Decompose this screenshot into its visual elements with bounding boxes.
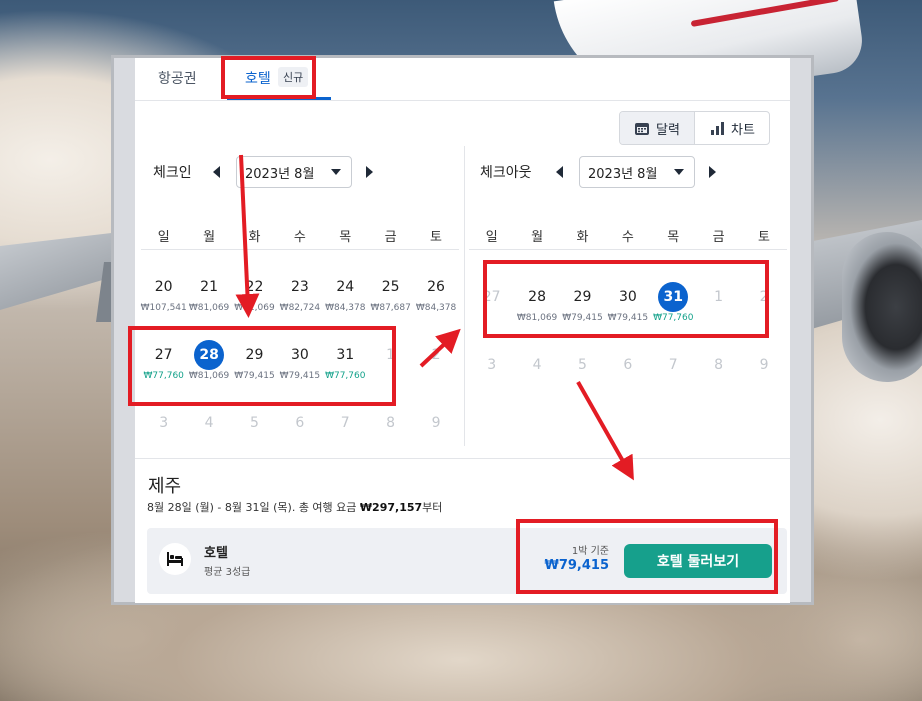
weekday: 화 [576,230,589,245]
day-number: 9 [431,415,441,431]
calendar-day[interactable]: 26 ₩84,378 [413,272,458,330]
calendar-week: 3 4 5 6 7 8 9 [469,350,787,408]
bed-icon [159,543,191,575]
checkin-weekday-header: 일 월 화 수 목 금 토 [141,226,459,250]
view-toggle: 달력 차트 [619,111,770,145]
weekday: 월 [531,230,544,245]
weekday: 토 [430,230,443,245]
checkout-next-month-icon[interactable] [709,166,716,178]
day-price: ₩87,687 [370,303,411,313]
calendar-day: 9 [741,350,786,408]
calendar-day: 5 [560,350,605,408]
calendar-day: 2 [413,340,458,398]
day-number: 21 [200,279,218,295]
hotel-card-title: 호텔 [204,546,228,561]
bar-chart-icon [711,122,725,135]
section-divider [135,458,790,459]
day-number: 3 [487,357,497,373]
chevron-down-icon [331,169,341,175]
weekday: 수 [621,230,634,245]
calendar-divider [464,146,465,446]
day-number: 25 [381,279,400,295]
calendar-day: 4 [514,350,559,408]
day-number: 6 [295,415,305,431]
chart-view-label: 차트 [731,122,755,138]
checkout-label: 체크아웃 [480,165,532,181]
trip-summary: 8월 28일 (월) - 8월 31일 (목). 총 여행 요금 ₩297,15… [147,499,442,515]
day-number: 5 [578,357,587,373]
airplane-engine [842,232,922,382]
day-number: 9 [759,357,769,373]
chevron-down-icon [674,169,684,175]
day-number: 20 [154,279,173,295]
calendar-icon [635,122,650,135]
tab-flights[interactable]: 항공권 [158,68,197,88]
checkin-month-select[interactable]: 2023년 8월 [236,156,352,188]
weekday: 목 [667,230,680,245]
weekday: 월 [203,230,216,245]
weekday: 금 [384,230,397,245]
calendar-day[interactable]: 25 ₩87,687 [368,272,413,330]
calendar-day[interactable]: 20 ₩107,541 [140,272,187,330]
day-number: 24 [336,279,355,295]
weekday: 일 [485,230,498,245]
weekday: 금 [712,230,725,245]
checkin-prev-month-icon[interactable] [213,166,220,178]
calendar-day[interactable]: 21 ₩81,069 [186,272,231,330]
calendar-view-label: 달력 [656,122,680,138]
day-price: ₩81,069 [234,303,275,313]
weekday: 일 [157,230,170,245]
checkin-header: 체크인 2023년 8월 [153,156,373,188]
checkout-month-value: 2023년 8월 [588,166,658,182]
calendar-day[interactable]: 23 ₩82,724 [277,272,322,330]
calendar-day: 7 [651,350,696,408]
trip-total-price: ₩297,157 [359,501,423,514]
calendar-day: 8 [696,350,741,408]
checkout-prev-month-icon[interactable] [556,166,563,178]
day-number: 23 [290,279,309,295]
calendar-view-button[interactable]: 달력 [620,112,695,144]
chart-view-button[interactable]: 차트 [695,112,769,144]
day-number: 22 [245,279,264,295]
day-price: ₩84,378 [325,303,366,313]
weekday: 토 [758,230,771,245]
calendar-week: 20 ₩107,541 21 ₩81,069 22 ₩81,069 23 ₩82,724 24 ₩… [141,272,459,330]
trip-total-suffix: 부터 [422,501,443,514]
day-number: 26 [427,279,445,295]
day-number: 6 [623,357,633,373]
weekday: 화 [248,230,261,245]
annotation-box-browse-button [516,519,778,594]
weekday: 목 [339,230,352,245]
checkout-weekday-header: 일 월 화 수 목 금 토 [469,226,787,250]
day-number: 7 [340,415,350,431]
day-number: 3 [159,415,169,431]
annotation-box-checkin-dates [128,326,396,406]
day-price: ₩81,069 [188,303,230,313]
checkout-month-select[interactable]: 2023년 8월 [579,156,695,188]
annotation-box-hotel-tab [221,56,316,99]
trip-dates: 8월 28일 (월) - 8월 31일 (목). 총 여행 요금 [147,501,360,514]
day-number: 8 [714,357,724,373]
annotation-box-checkout-dates [483,260,769,338]
checkout-header: 체크아웃 2023년 8월 [480,156,716,188]
calendar-day: 6 [605,350,650,408]
calendar-day[interactable]: 24 ₩84,378 [323,272,368,330]
day-number: 4 [532,357,542,373]
checkin-next-month-icon[interactable] [366,166,373,178]
calendar-day[interactable]: 22 ₩81,069 [232,272,277,330]
checkin-label: 체크인 [153,165,192,181]
day-price: ₩82,724 [279,303,321,313]
day-number: 7 [668,357,678,373]
day-price: ₩84,378 [415,303,457,313]
hotel-card-subtitle: 평균 3성급 [204,567,251,578]
day-number: 8 [386,415,396,431]
checkin-month-value: 2023년 8월 [245,166,315,182]
weekday: 수 [293,230,306,245]
day-price: ₩107,541 [140,303,187,313]
day-number: 2 [431,347,441,363]
calendar-day: 3 [469,350,514,408]
destination-title: 제주 [148,476,182,497]
day-number: 4 [204,415,214,431]
day-number: 5 [250,415,259,431]
